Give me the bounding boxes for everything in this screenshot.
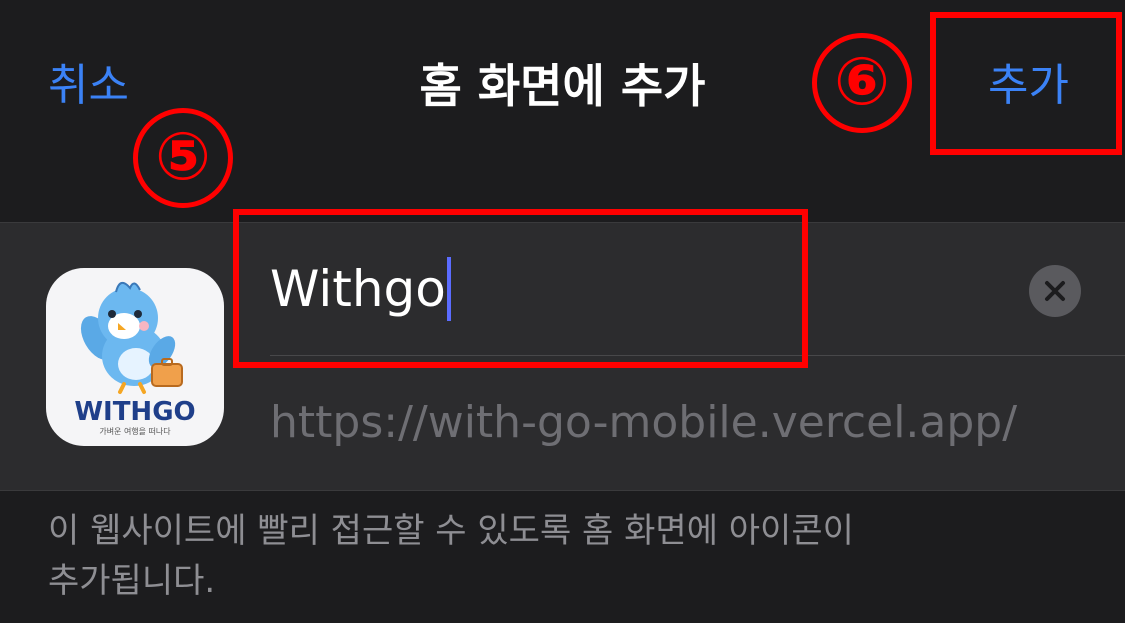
clear-text-button[interactable] (1029, 265, 1081, 317)
add-to-home-screen-sheet: 취소 홈 화면에 추가 추가 WITHGO 가벼운 여행을 떠나다 Withgo… (0, 0, 1125, 623)
bird-mascot-icon: WITHGO 가벼운 여행을 떠나다 (74, 281, 196, 436)
step-5-marker: ⑤ (133, 108, 233, 208)
brand-text: WITHGO (74, 397, 195, 427)
footer-line-2: 추가됩니다. (48, 561, 216, 601)
divider (0, 490, 1125, 491)
add-button-highlight (930, 12, 1122, 155)
step-6-marker: ⑥ (812, 33, 912, 133)
clear-x-icon (1045, 281, 1065, 301)
name-field-highlight (233, 209, 808, 368)
withgo-app-icon: WITHGO 가벼운 여행을 떠나다 (46, 268, 224, 446)
footer-line-1: 이 웹사이트에 빨리 접근할 수 있도록 홈 화면에 아이콘이 (48, 511, 854, 551)
brand-tagline: 가벼운 여행을 떠나다 (99, 426, 171, 436)
bookmark-url: https://with-go-mobile.vercel.app/ (270, 397, 1018, 448)
footer-description: 이 웹사이트에 빨리 접근할 수 있도록 홈 화면에 아이콘이 추가됩니다. (48, 506, 1048, 606)
